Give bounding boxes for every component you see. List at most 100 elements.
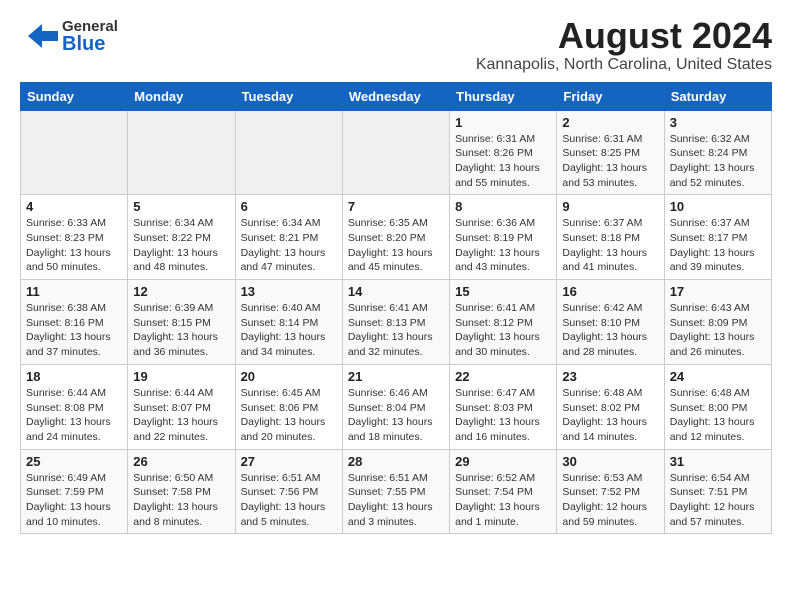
day-info: Sunrise: 6:52 AMSunset: 7:54 PMDaylight:… [455, 471, 551, 530]
day-info: Sunrise: 6:51 AMSunset: 7:56 PMDaylight:… [241, 471, 337, 530]
day-info: Sunrise: 6:46 AMSunset: 8:04 PMDaylight:… [348, 386, 444, 445]
day-number: 2 [562, 115, 658, 130]
day-info: Sunrise: 6:42 AMSunset: 8:10 PMDaylight:… [562, 301, 658, 360]
weekday-header-saturday: Saturday [664, 82, 771, 110]
calendar-cell: 31 Sunrise: 6:54 AMSunset: 7:51 PMDayligh… [664, 449, 771, 534]
page-title: August 2024 [476, 16, 772, 56]
calendar-cell: 15 Sunrise: 6:41 AMSunset: 8:12 PMDayligh… [450, 280, 557, 365]
logo: General Blue [20, 16, 118, 56]
day-number: 20 [241, 369, 337, 384]
logo-bird-icon [20, 16, 60, 56]
day-info: Sunrise: 6:37 AMSunset: 8:18 PMDaylight:… [562, 216, 658, 275]
day-number: 19 [133, 369, 229, 384]
day-number: 31 [670, 454, 766, 469]
day-info: Sunrise: 6:34 AMSunset: 8:22 PMDaylight:… [133, 216, 229, 275]
day-info: Sunrise: 6:44 AMSunset: 8:08 PMDaylight:… [26, 386, 122, 445]
weekday-header-thursday: Thursday [450, 82, 557, 110]
calendar-cell: 28Sunrise: 6:51 AMSunset: 7:55 PMDayligh… [342, 449, 449, 534]
day-info: Sunrise: 6:37 AMSunset: 8:17 PMDaylight:… [670, 216, 766, 275]
calendar-week-2: 4Sunrise: 6:33 AMSunset: 8:23 PMDaylight… [21, 195, 772, 280]
logo-blue-label: Blue [62, 34, 118, 54]
calendar-cell: 23 Sunrise: 6:48 AMSunset: 8:02 PMDayligh… [557, 364, 664, 449]
weekday-header-sunday: Sunday [21, 82, 128, 110]
title-block: August 2024 Kannapolis, North Carolina, … [476, 16, 772, 74]
day-number: 25 [26, 454, 122, 469]
day-number: 17 [670, 284, 766, 299]
day-info: Sunrise: 6:41 AMSunset: 8:12 PMDaylight:… [455, 301, 551, 360]
day-info: Sunrise: 6:45 AMSunset: 8:06 PMDaylight:… [241, 386, 337, 445]
day-info: Sunrise: 6:44 AMSunset: 8:07 PMDaylight:… [133, 386, 229, 445]
day-number: 21 [348, 369, 444, 384]
day-info: Sunrise: 6:36 AMSunset: 8:19 PMDaylight:… [455, 216, 551, 275]
day-info: Sunrise: 6:31 AMSunset: 8:26 PMDaylight:… [455, 132, 551, 191]
calendar-cell: 21 Sunrise: 6:46 AMSunset: 8:04 PMDayligh… [342, 364, 449, 449]
day-info: Sunrise: 6:54 AMSunset: 7:51 PMDaylight:… [670, 471, 766, 530]
day-info: Sunrise: 6:47 AMSunset: 8:03 PMDaylight:… [455, 386, 551, 445]
day-info: Sunrise: 6:48 AMSunset: 8:02 PMDaylight:… [562, 386, 658, 445]
day-info: Sunrise: 6:33 AMSunset: 8:23 PMDaylight:… [26, 216, 122, 275]
day-number: 12 [133, 284, 229, 299]
day-number: 10 [670, 199, 766, 214]
day-info: Sunrise: 6:35 AMSunset: 8:20 PMDaylight:… [348, 216, 444, 275]
calendar-body: 1 Sunrise: 6:31 AMSunset: 8:26 PMDaylight… [21, 110, 772, 534]
calendar-cell: 11 Sunrise: 6:38 AMSunset: 8:16 PMDayligh… [21, 280, 128, 365]
day-number: 14 [348, 284, 444, 299]
day-info: Sunrise: 6:38 AMSunset: 8:16 PMDaylight:… [26, 301, 122, 360]
calendar-cell: 27 Sunrise: 6:51 AMSunset: 7:56 PMDayligh… [235, 449, 342, 534]
page-header: General Blue August 2024 Kannapolis, Nor… [20, 16, 772, 74]
day-number: 1 [455, 115, 551, 130]
calendar-cell [235, 110, 342, 195]
calendar-cell: 1 Sunrise: 6:31 AMSunset: 8:26 PMDaylight… [450, 110, 557, 195]
day-number: 3 [670, 115, 766, 130]
page-subtitle: Kannapolis, North Carolina, United State… [476, 56, 772, 74]
day-number: 23 [562, 369, 658, 384]
calendar-cell [128, 110, 235, 195]
calendar-cell: 8Sunrise: 6:36 AMSunset: 8:19 PMDaylight… [450, 195, 557, 280]
day-number: 15 [455, 284, 551, 299]
day-number: 27 [241, 454, 337, 469]
calendar-week-4: 18 Sunrise: 6:44 AMSunset: 8:08 PMDayligh… [21, 364, 772, 449]
calendar-cell: 18 Sunrise: 6:44 AMSunset: 8:08 PMDayligh… [21, 364, 128, 449]
day-number: 18 [26, 369, 122, 384]
calendar-cell: 7 Sunrise: 6:35 AMSunset: 8:20 PMDaylight… [342, 195, 449, 280]
calendar-cell: 10 Sunrise: 6:37 AMSunset: 8:17 PMDayligh… [664, 195, 771, 280]
calendar-cell: 3 Sunrise: 6:32 AMSunset: 8:24 PMDaylight… [664, 110, 771, 195]
day-info: Sunrise: 6:48 AMSunset: 8:00 PMDaylight:… [670, 386, 766, 445]
day-info: Sunrise: 6:41 AMSunset: 8:13 PMDaylight:… [348, 301, 444, 360]
day-info: Sunrise: 6:53 AMSunset: 7:52 PMDaylight:… [562, 471, 658, 530]
day-info: Sunrise: 6:39 AMSunset: 8:15 PMDaylight:… [133, 301, 229, 360]
calendar-cell: 4Sunrise: 6:33 AMSunset: 8:23 PMDaylight… [21, 195, 128, 280]
day-number: 16 [562, 284, 658, 299]
logo-text: General Blue [62, 19, 118, 54]
day-number: 7 [348, 199, 444, 214]
weekday-header-wednesday: Wednesday [342, 82, 449, 110]
day-number: 30 [562, 454, 658, 469]
calendar-cell: 9Sunrise: 6:37 AMSunset: 8:18 PMDaylight… [557, 195, 664, 280]
day-info: Sunrise: 6:40 AMSunset: 8:14 PMDaylight:… [241, 301, 337, 360]
weekday-header-tuesday: Tuesday [235, 82, 342, 110]
day-info: Sunrise: 6:43 AMSunset: 8:09 PMDaylight:… [670, 301, 766, 360]
calendar-cell: 17 Sunrise: 6:43 AMSunset: 8:09 PMDayligh… [664, 280, 771, 365]
calendar-week-1: 1 Sunrise: 6:31 AMSunset: 8:26 PMDaylight… [21, 110, 772, 195]
calendar-cell [21, 110, 128, 195]
day-info: Sunrise: 6:32 AMSunset: 8:24 PMDaylight:… [670, 132, 766, 191]
calendar-cell: 6 Sunrise: 6:34 AMSunset: 8:21 PMDaylight… [235, 195, 342, 280]
calendar-week-3: 11 Sunrise: 6:38 AMSunset: 8:16 PMDayligh… [21, 280, 772, 365]
day-info: Sunrise: 6:34 AMSunset: 8:21 PMDaylight:… [241, 216, 337, 275]
calendar-cell: 16 Sunrise: 6:42 AMSunset: 8:10 PMDayligh… [557, 280, 664, 365]
calendar-cell: 12 Sunrise: 6:39 AMSunset: 8:15 PMDayligh… [128, 280, 235, 365]
calendar-cell: 13Sunrise: 6:40 AMSunset: 8:14 PMDayligh… [235, 280, 342, 365]
calendar-cell: 22Sunrise: 6:47 AMSunset: 8:03 PMDayligh… [450, 364, 557, 449]
day-number: 24 [670, 369, 766, 384]
calendar-table: SundayMondayTuesdayWednesdayThursdayFrid… [20, 82, 772, 535]
day-number: 29 [455, 454, 551, 469]
calendar-cell: 14 Sunrise: 6:41 AMSunset: 8:13 PMDayligh… [342, 280, 449, 365]
weekday-header-friday: Friday [557, 82, 664, 110]
calendar-cell: 2 Sunrise: 6:31 AMSunset: 8:25 PMDaylight… [557, 110, 664, 195]
day-number: 5 [133, 199, 229, 214]
day-info: Sunrise: 6:31 AMSunset: 8:25 PMDaylight:… [562, 132, 658, 191]
day-number: 11 [26, 284, 122, 299]
day-number: 6 [241, 199, 337, 214]
day-number: 28 [348, 454, 444, 469]
weekday-header-monday: Monday [128, 82, 235, 110]
